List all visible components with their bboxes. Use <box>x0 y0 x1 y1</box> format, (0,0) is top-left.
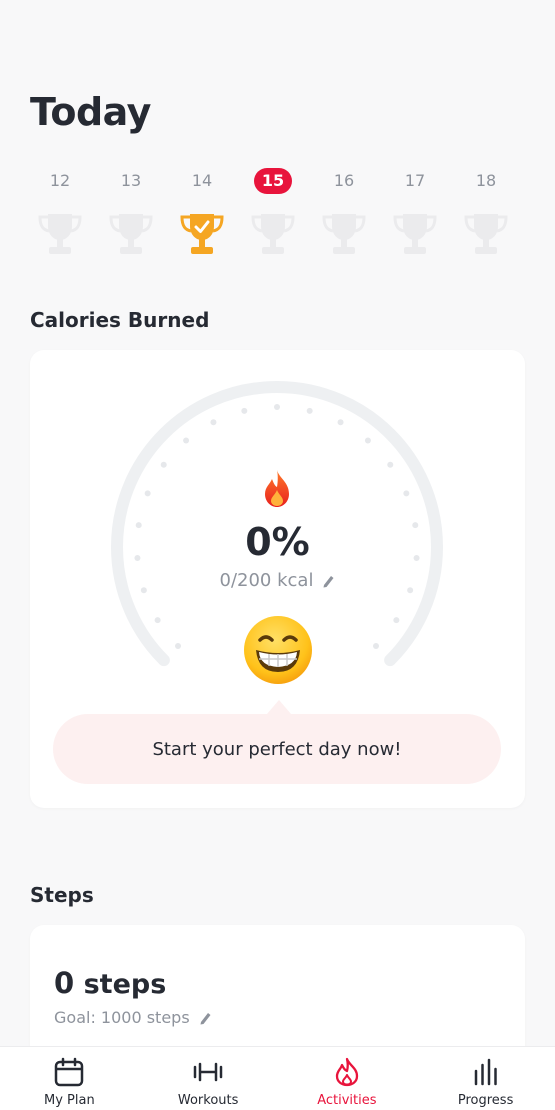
bubble-tail <box>267 700 291 714</box>
nav-item-activities[interactable]: Activities <box>278 1047 417 1110</box>
steps-goal-row[interactable]: Goal: 1000 steps <box>54 1008 212 1027</box>
gauge-tick <box>337 419 344 426</box>
calories-value-row[interactable]: 0/200 kcal <box>30 570 525 591</box>
bottom-nav: My Plan Workouts Activities Progress <box>0 1046 555 1110</box>
calories-value: 0/200 kcal <box>219 570 314 591</box>
steps-count: 0 steps <box>54 966 166 1000</box>
gauge-tick <box>183 437 190 444</box>
nav-label: My Plan <box>44 1093 95 1108</box>
gauge-tick <box>387 461 394 468</box>
gauge-tick <box>306 407 313 414</box>
calendar-icon <box>55 1057 84 1087</box>
dumbbell-icon <box>193 1062 223 1082</box>
nav-item-progress[interactable]: Progress <box>416 1047 555 1110</box>
gauge-tick <box>274 404 280 410</box>
flame-icon <box>265 470 289 507</box>
pencil-icon[interactable] <box>198 1011 212 1025</box>
gauge-tick <box>372 642 379 649</box>
grinning-face-icon <box>244 616 312 684</box>
gauge-tick <box>210 419 217 426</box>
gauge-tick <box>393 617 400 624</box>
pencil-icon[interactable] <box>321 574 335 588</box>
motivation-bubble: Start your perfect day now! <box>53 714 501 784</box>
nav-label: Activities <box>317 1093 377 1108</box>
flame-icon <box>335 1057 359 1087</box>
calories-percent: 0% <box>245 520 310 564</box>
nav-label: Workouts <box>177 1093 239 1108</box>
steps-goal: Goal: 1000 steps <box>54 1008 190 1027</box>
steps-unit: steps <box>83 969 167 1000</box>
steps-number: 0 <box>54 966 75 1000</box>
gauge-tick <box>175 642 182 649</box>
nav-label: Progress <box>457 1093 514 1108</box>
steps-section-title: Steps <box>30 883 94 907</box>
nav-item-workouts[interactable]: Workouts <box>139 1047 278 1110</box>
bar-chart-icon <box>474 1058 497 1086</box>
gauge-tick <box>144 490 151 497</box>
gauge-tick <box>241 407 248 414</box>
gauge-tick <box>364 437 371 444</box>
gauge-tick <box>154 617 161 624</box>
gauge-tick <box>160 461 167 468</box>
nav-item-my-plan[interactable]: My Plan <box>0 1047 139 1110</box>
gauge-tick <box>403 490 410 497</box>
